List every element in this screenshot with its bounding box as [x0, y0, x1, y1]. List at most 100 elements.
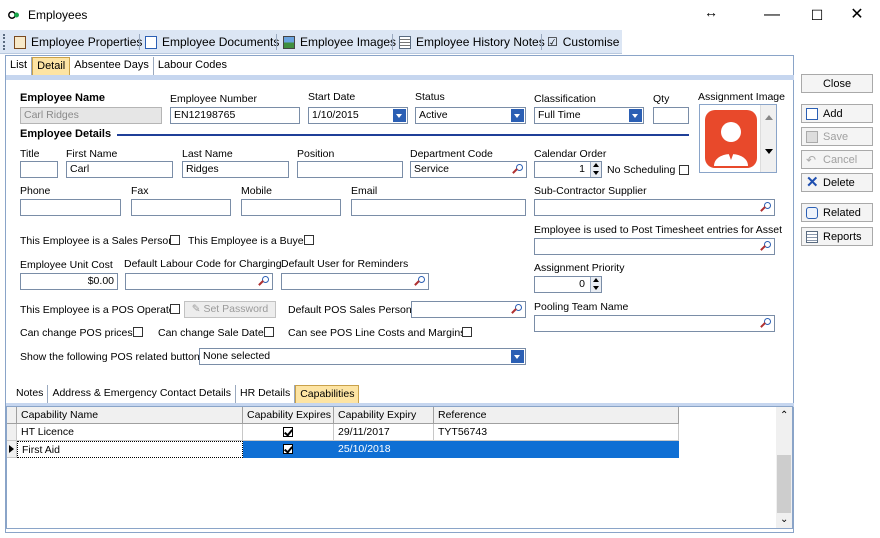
close-window-button[interactable]: ✕: [834, 0, 880, 30]
position-field[interactable]: [297, 161, 403, 178]
start-date-field[interactable]: 1/10/2015: [308, 107, 408, 124]
close-button[interactable]: Close: [801, 74, 873, 93]
table-row-reference[interactable]: [434, 441, 679, 458]
subcontractor-field[interactable]: [534, 199, 775, 216]
column-header-reference[interactable]: Reference: [434, 407, 679, 424]
pencil-icon: ✎: [191, 303, 204, 315]
no-scheduling-checkbox[interactable]: [679, 165, 689, 175]
row-header-current[interactable]: [7, 441, 17, 458]
lookup-icon[interactable]: [511, 163, 525, 176]
tab-labour-codes[interactable]: Labour Codes: [153, 57, 231, 75]
row-header[interactable]: [7, 424, 17, 441]
reports-button[interactable]: Reports: [801, 227, 873, 246]
employee-number-field[interactable]: EN12198765: [170, 107, 300, 124]
tab-address-emergency[interactable]: Address & Emergency Contact Details: [48, 385, 237, 403]
cancel-button[interactable]: ↶ Cancel: [801, 150, 873, 169]
table-row-reference[interactable]: TYT56743: [434, 424, 679, 441]
column-header-capability-expiry[interactable]: Capability Expiry: [334, 407, 434, 424]
lookup-icon[interactable]: [759, 317, 773, 330]
paperclip-icon: [806, 206, 818, 219]
chevron-down-icon[interactable]: [629, 109, 642, 122]
calendar-order-stepper[interactable]: 1: [534, 161, 602, 178]
lookup-icon[interactable]: [759, 201, 773, 214]
tab-list[interactable]: List: [6, 57, 33, 75]
lookup-icon[interactable]: [413, 275, 427, 288]
chevron-down-icon[interactable]: [393, 109, 406, 122]
column-header-capability-name[interactable]: Capability Name: [17, 407, 243, 424]
employee-images-button[interactable]: Employee Images: [283, 33, 396, 51]
table-row-capability-name[interactable]: First Aid: [17, 441, 243, 458]
related-button[interactable]: Related: [801, 203, 873, 222]
employee-properties-button[interactable]: Employee Properties: [14, 33, 142, 51]
save-button[interactable]: Save: [801, 127, 873, 146]
capability-expires-checkbox[interactable]: [283, 444, 293, 454]
scroll-up-icon[interactable]: [765, 115, 773, 120]
default-pos-field[interactable]: [411, 301, 526, 318]
department-code-label: Department Code: [410, 148, 493, 160]
chevron-down-icon[interactable]: [511, 350, 524, 363]
fax-field[interactable]: [131, 199, 231, 216]
scrollbar-thumb[interactable]: [777, 455, 791, 513]
tab-notes[interactable]: Notes: [12, 385, 49, 403]
mobile-field[interactable]: [241, 199, 341, 216]
last-name-field[interactable]: Ridges: [182, 161, 289, 178]
employee-documents-button[interactable]: Employee Documents: [145, 33, 279, 51]
start-date-label: Start Date: [308, 91, 356, 103]
sales-person-checkbox[interactable]: [170, 235, 180, 245]
change-sale-date-checkbox[interactable]: [264, 327, 274, 337]
tab-capabilities[interactable]: Capabilities: [295, 385, 360, 403]
first-name-label: First Name: [66, 148, 118, 160]
table-row-capability-expiry[interactable]: 25/10/2018: [334, 441, 434, 458]
pos-buttons-select[interactable]: None selected: [199, 348, 526, 365]
scroll-down-icon[interactable]: ⌄: [780, 515, 788, 525]
title-field[interactable]: [20, 161, 58, 178]
unit-cost-field[interactable]: $0.00: [20, 273, 118, 290]
table-row-capability-expiry[interactable]: 29/11/2017: [334, 424, 434, 441]
buyer-checkbox[interactable]: [304, 235, 314, 245]
assignment-priority-stepper[interactable]: 0: [534, 276, 602, 293]
capability-expires-checkbox[interactable]: [283, 427, 293, 437]
table-row-capability-expires[interactable]: [243, 441, 334, 458]
lookup-icon[interactable]: [257, 275, 271, 288]
lookup-icon[interactable]: [510, 303, 524, 316]
scroll-down-icon[interactable]: [765, 149, 773, 154]
spinner-icon[interactable]: [590, 277, 601, 292]
scroll-up-icon[interactable]: ⌃: [780, 411, 788, 421]
department-code-field[interactable]: Service: [410, 161, 527, 178]
table-row-capability-expires[interactable]: [243, 424, 334, 441]
email-field[interactable]: [351, 199, 526, 216]
employee-number-label: Employee Number: [170, 93, 257, 105]
delete-button[interactable]: ✕ Delete: [801, 173, 873, 192]
chevron-down-icon[interactable]: [511, 109, 524, 122]
employee-history-notes-button[interactable]: Employee History Notes: [399, 33, 545, 51]
image-scrollbar[interactable]: [760, 105, 776, 172]
app-icon: [8, 11, 19, 19]
phone-field[interactable]: [20, 199, 121, 216]
tab-detail[interactable]: Detail: [32, 57, 71, 75]
resize-icon[interactable]: ↔: [704, 4, 718, 20]
lookup-icon[interactable]: [759, 240, 773, 253]
first-name-field[interactable]: Carl: [66, 161, 173, 178]
tab-hr-details[interactable]: HR Details: [236, 385, 296, 403]
set-password-button[interactable]: ✎ Set Password: [184, 301, 276, 318]
default-labour-field[interactable]: [125, 273, 273, 290]
column-header-capability-expires[interactable]: Capability Expires: [243, 407, 334, 424]
customise-button[interactable]: ☑ Customise: [547, 33, 619, 51]
checkbox-icon: ☑: [547, 35, 558, 49]
pooling-team-field[interactable]: [534, 315, 775, 332]
spinner-icon[interactable]: [590, 162, 601, 177]
add-button[interactable]: Add: [801, 104, 873, 123]
see-pos-costs-checkbox[interactable]: [462, 327, 472, 337]
tab-absentee-days[interactable]: Absentee Days: [70, 57, 154, 75]
minimize-button[interactable]: —: [749, 0, 795, 30]
toolbar-grip[interactable]: [3, 34, 6, 50]
customise-label: Customise: [562, 35, 620, 49]
pos-operator-checkbox[interactable]: [170, 304, 180, 314]
post-timesheet-field[interactable]: [534, 238, 775, 255]
default-user-field[interactable]: [281, 273, 429, 290]
status-select[interactable]: Active: [415, 107, 526, 124]
change-prices-checkbox[interactable]: [133, 327, 143, 337]
classification-select[interactable]: Full Time: [534, 107, 644, 124]
qty-field[interactable]: [653, 107, 689, 124]
table-row-capability-name[interactable]: HT Licence: [17, 424, 243, 441]
